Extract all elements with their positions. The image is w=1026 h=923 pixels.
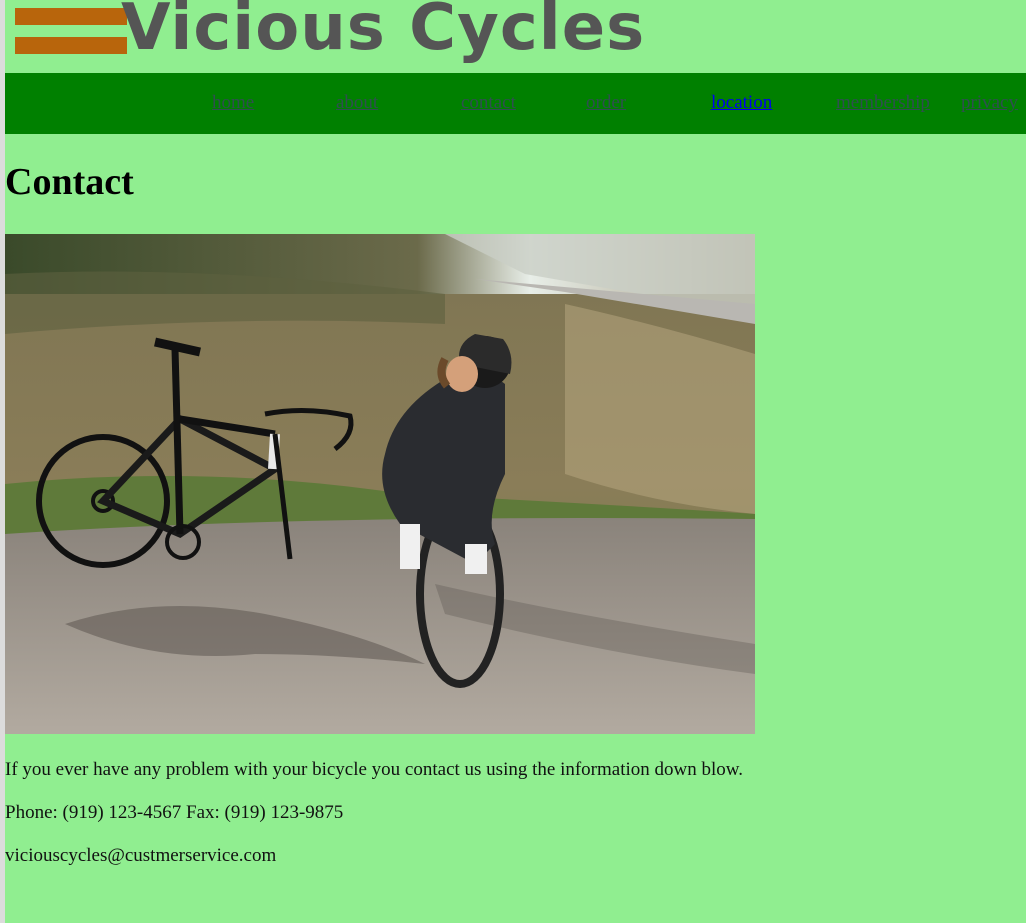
nav-link-membership[interactable]: membership [836, 92, 930, 114]
cyclist-photo [5, 234, 755, 734]
nav-link-about[interactable]: about [336, 92, 378, 114]
contact-intro-text: If you ever have any problem with your b… [5, 759, 744, 780]
logo-stripe-bottom [15, 37, 127, 54]
page-title: Contact [5, 161, 134, 203]
page: Vicious Cycles home about contact order … [5, 0, 1026, 923]
nav-link-privacy[interactable]: privacy [961, 92, 1018, 114]
nav-link-contact[interactable]: contact [461, 92, 516, 114]
logo-wordmark: Vicious Cycles [121, 0, 646, 65]
nav-link-home[interactable]: home [212, 92, 254, 114]
logo-stripe-top [15, 8, 127, 25]
logo-stripe-middle [15, 25, 127, 37]
nav-link-order[interactable]: order [586, 92, 626, 114]
phone-fax-text: Phone: (919) 123-4567 Fax: (919) 123-987… [5, 802, 344, 823]
email-text: viciouscycles@custmerservice.com [5, 845, 277, 866]
nav-link-location[interactable]: location [711, 92, 772, 114]
main-nav: home about contact order location member… [5, 73, 1026, 134]
